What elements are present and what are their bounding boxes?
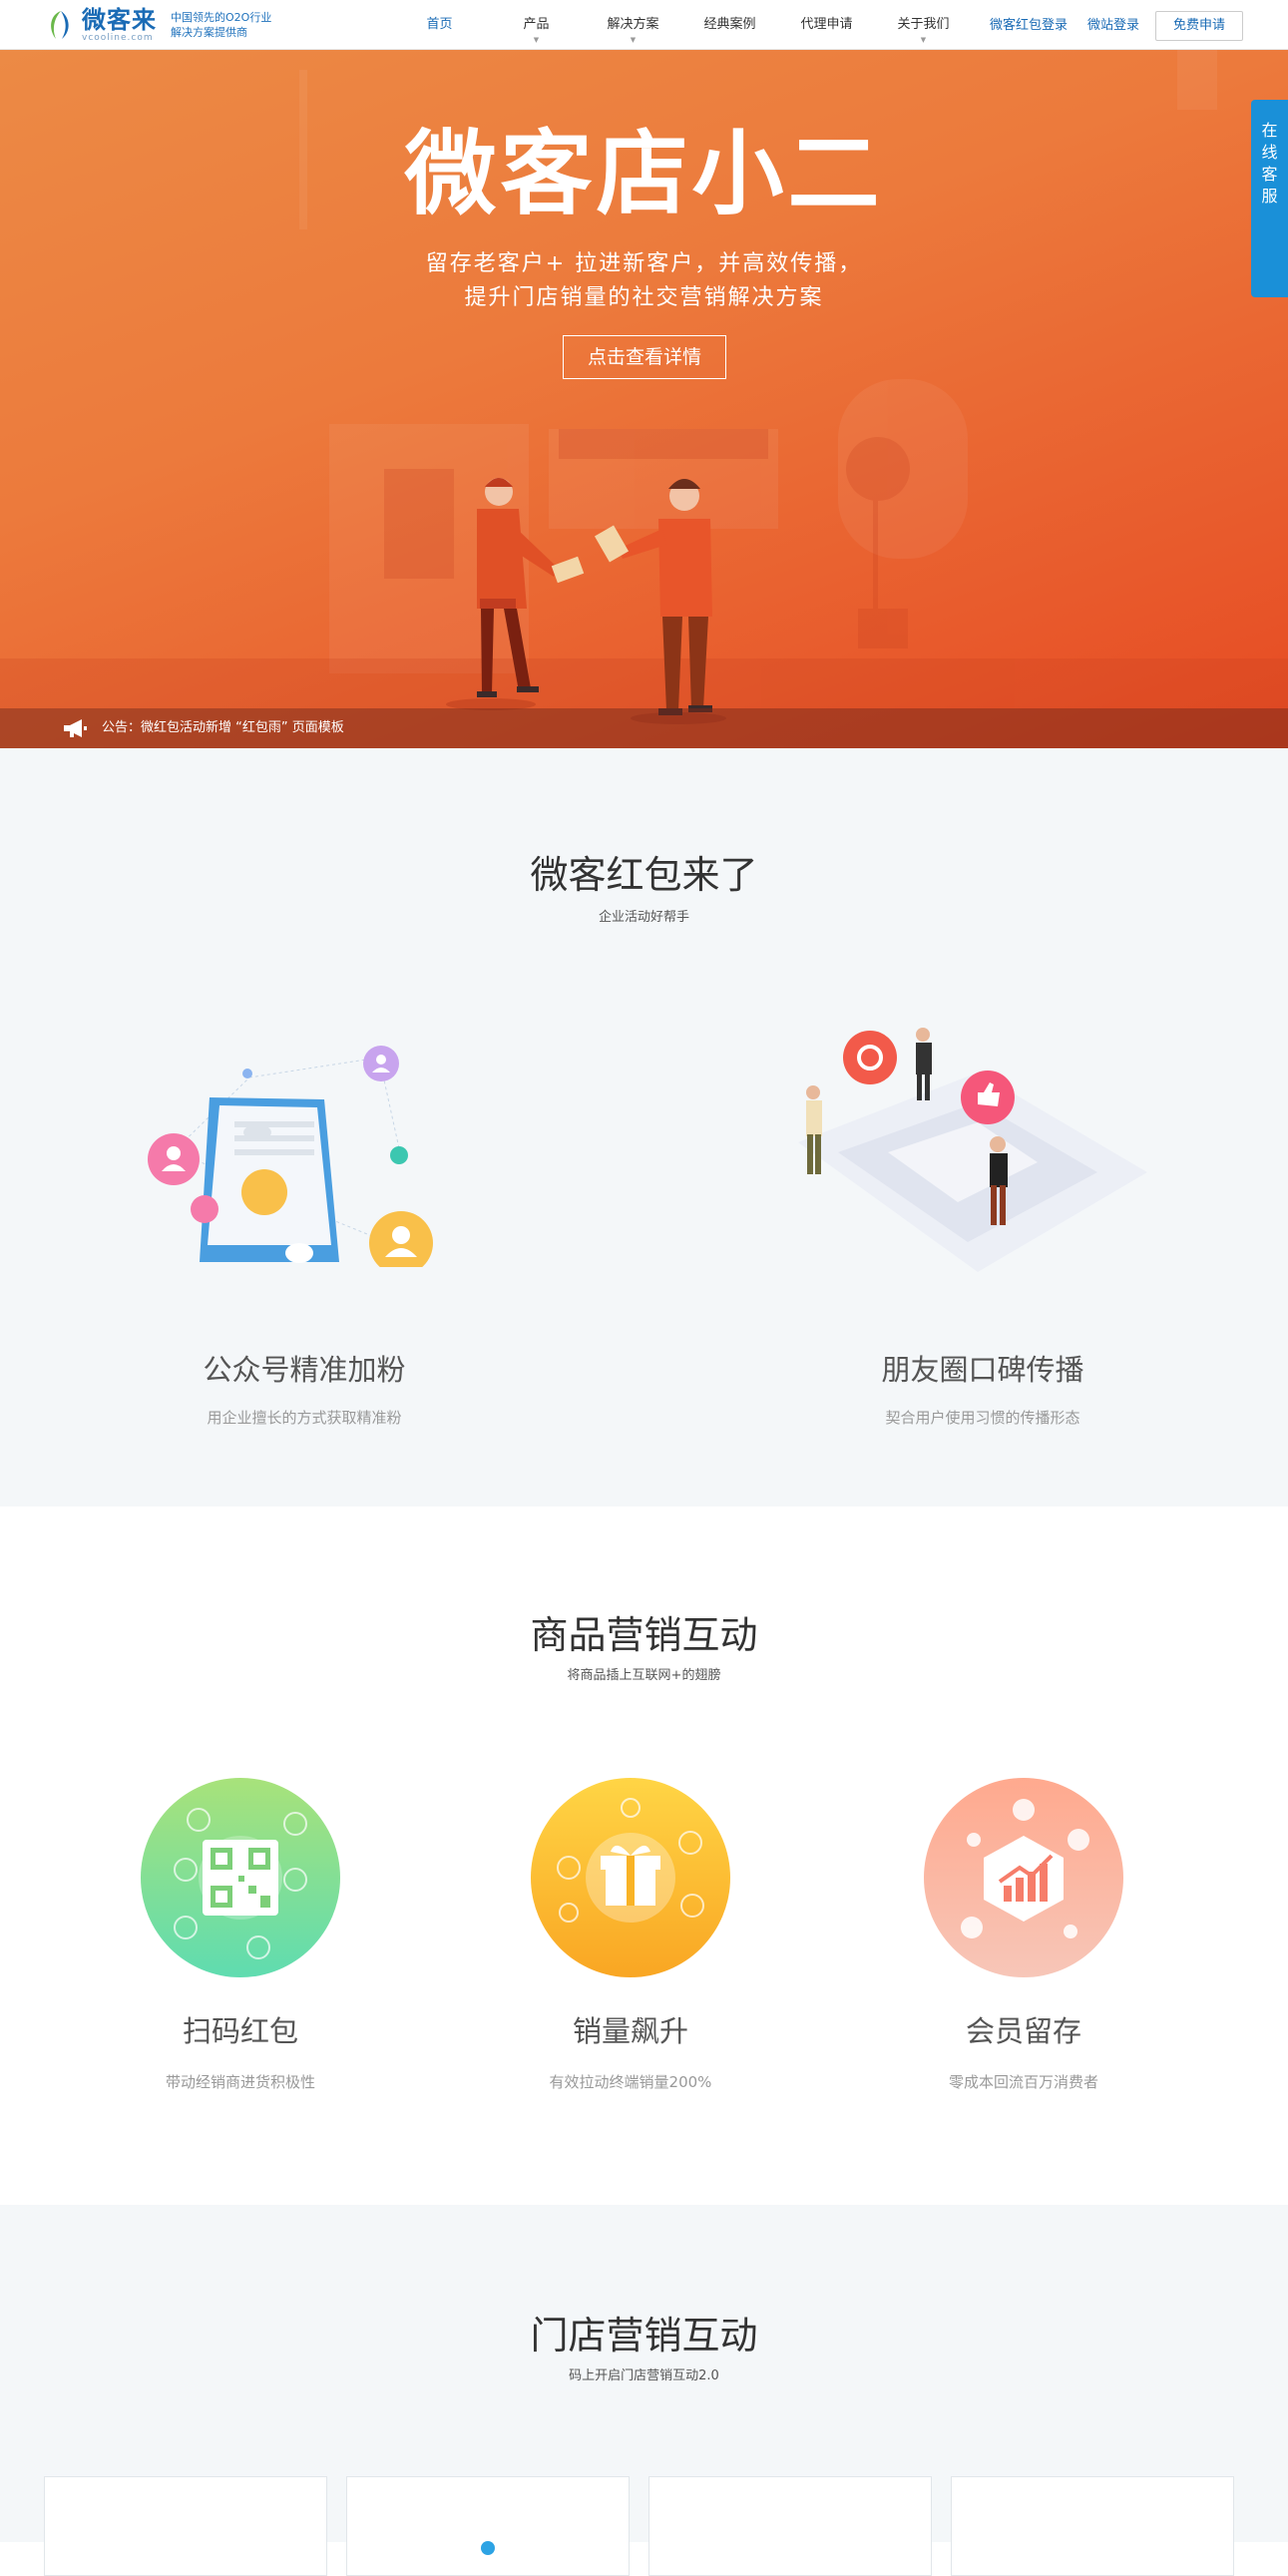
nav-cases-label: 经典案例: [703, 17, 756, 32]
nav-agent[interactable]: 代理申请: [778, 0, 875, 50]
slogan-line-1: 中国领先的O2O行业: [171, 11, 272, 24]
store-section-title: 门店营销互动: [530, 2314, 758, 2358]
redpack-section: 微客红包来了 企业活动好帮手 公众号精准加粉 用企业擅长的方式获取精准粉 朋友圈…: [0, 748, 1288, 1506]
redpack-login-link[interactable]: 微客红包登录: [990, 0, 1068, 52]
logo-leaf-icon: [51, 11, 69, 39]
nav-about[interactable]: 关于我们 ▼: [875, 0, 972, 50]
announcement-bar: 公告：微红包活动新增 “红包雨” 页面模板: [0, 708, 1288, 748]
logo-slogan: 中国领先的O2O行业 解决方案提供商: [171, 10, 290, 40]
goods-section: 商品营销互动 将商品插上互联网+的翅膀 扫码红包 带动经销商进货积极性 销量飙升…: [0, 1506, 1288, 2205]
hero-banner: 微客店小二 留存老客户+ 拉进新客户，并高效传播， 提升门店销量的社交营销解决方…: [0, 50, 1288, 748]
feature-desc-spread: 契合用户使用习惯的传播形态: [885, 1409, 1080, 1427]
nav-home-label: 首页: [426, 17, 453, 32]
nav-products-label: 产品: [523, 17, 550, 32]
store-card[interactable]: [951, 2476, 1234, 2576]
feature-desc-scan: 带动经销商进货积极性: [165, 2073, 315, 2091]
nav-about-label: 关于我们: [897, 17, 950, 32]
hero-subtitle-line-2: 提升门店销量的社交营销解决方案: [464, 285, 824, 310]
goods-section-title: 商品营销互动: [530, 1613, 758, 1657]
store-card[interactable]: [346, 2476, 630, 2576]
feature-title-sales: 销量飙升: [572, 2014, 688, 2048]
view-details-button[interactable]: 点击查看详情: [563, 335, 726, 379]
feature-title-member: 会员留存: [965, 2014, 1081, 2048]
main-nav: 首页 产品 ▼ 解决方案 ▼ 经典案例 代理申请 关于我们 ▼: [391, 0, 972, 50]
member-chart-icon: [924, 1778, 1123, 1977]
gift-icon: [531, 1778, 730, 1977]
service-char-2: 线: [1261, 143, 1278, 162]
chevron-down-icon: ▼: [920, 36, 927, 44]
moments-spread-illustration: [798, 1028, 1147, 1272]
nav-products[interactable]: 产品 ▼: [488, 0, 585, 50]
online-service-tab[interactable]: 在 线 客 服: [1251, 100, 1288, 297]
feature-title-scan: 扫码红包: [182, 2014, 298, 2048]
service-char-1: 在: [1261, 121, 1278, 140]
service-char-3: 客: [1261, 165, 1278, 184]
free-apply-button[interactable]: 免费申请: [1155, 11, 1243, 41]
hero-subtitle-line-1: 留存老客户+ 拉进新客户，并高效传播，: [425, 251, 863, 276]
chevron-down-icon: ▼: [533, 36, 540, 44]
phone-fans-illustration: [148, 1046, 433, 1267]
nav-solutions-label: 解决方案: [607, 17, 659, 32]
feature-title-fans: 公众号精准加粉: [203, 1353, 406, 1387]
feature-desc-fans: 用企业擅长的方式获取精准粉: [207, 1409, 402, 1427]
store-section-subtitle: 码上开启门店营销互动2.0: [569, 2368, 719, 2383]
card-icon: [481, 2541, 495, 2555]
site-login-link[interactable]: 微站登录: [1087, 0, 1139, 52]
nav-home[interactable]: 首页: [391, 0, 488, 50]
nav-agent-label: 代理申请: [800, 17, 853, 32]
hero-title: 微客店小二: [404, 121, 884, 227]
qr-code-icon: [141, 1778, 340, 1977]
slogan-line-2: 解决方案提供商: [171, 26, 247, 39]
redpack-section-subtitle: 企业活动好帮手: [598, 910, 689, 925]
logo[interactable]: 微客来 vcooline.com 中国领先的O2O行业 解决方案提供商: [44, 8, 290, 42]
feature-title-spread: 朋友圈口碑传播: [881, 1353, 1084, 1387]
feature-desc-member: 零成本回流百万消费者: [948, 2073, 1098, 2091]
logo-domain: vcooline.com: [82, 32, 154, 43]
nav-solutions[interactable]: 解决方案 ▼: [585, 0, 681, 50]
megaphone-icon: [64, 719, 87, 737]
store-card[interactable]: [44, 2476, 327, 2576]
chevron-down-icon: ▼: [630, 36, 637, 44]
logo-name: 微客来: [82, 5, 157, 34]
nav-cases[interactable]: 经典案例: [681, 0, 778, 50]
redpack-section-title: 微客红包来了: [530, 853, 758, 897]
announcement-text[interactable]: 公告：微红包活动新增 “红包雨” 页面模板: [102, 708, 344, 748]
logo-text: 微客来 vcooline.com: [82, 8, 157, 43]
goods-section-subtitle: 将商品插上互联网+的翅膀: [567, 1668, 721, 1683]
store-card[interactable]: [648, 2476, 932, 2576]
feature-desc-sales: 有效拉动终端销量200%: [549, 2073, 712, 2091]
service-char-4: 服: [1261, 187, 1278, 206]
top-header: 微客来 vcooline.com 中国领先的O2O行业 解决方案提供商 首页 产…: [0, 0, 1288, 50]
